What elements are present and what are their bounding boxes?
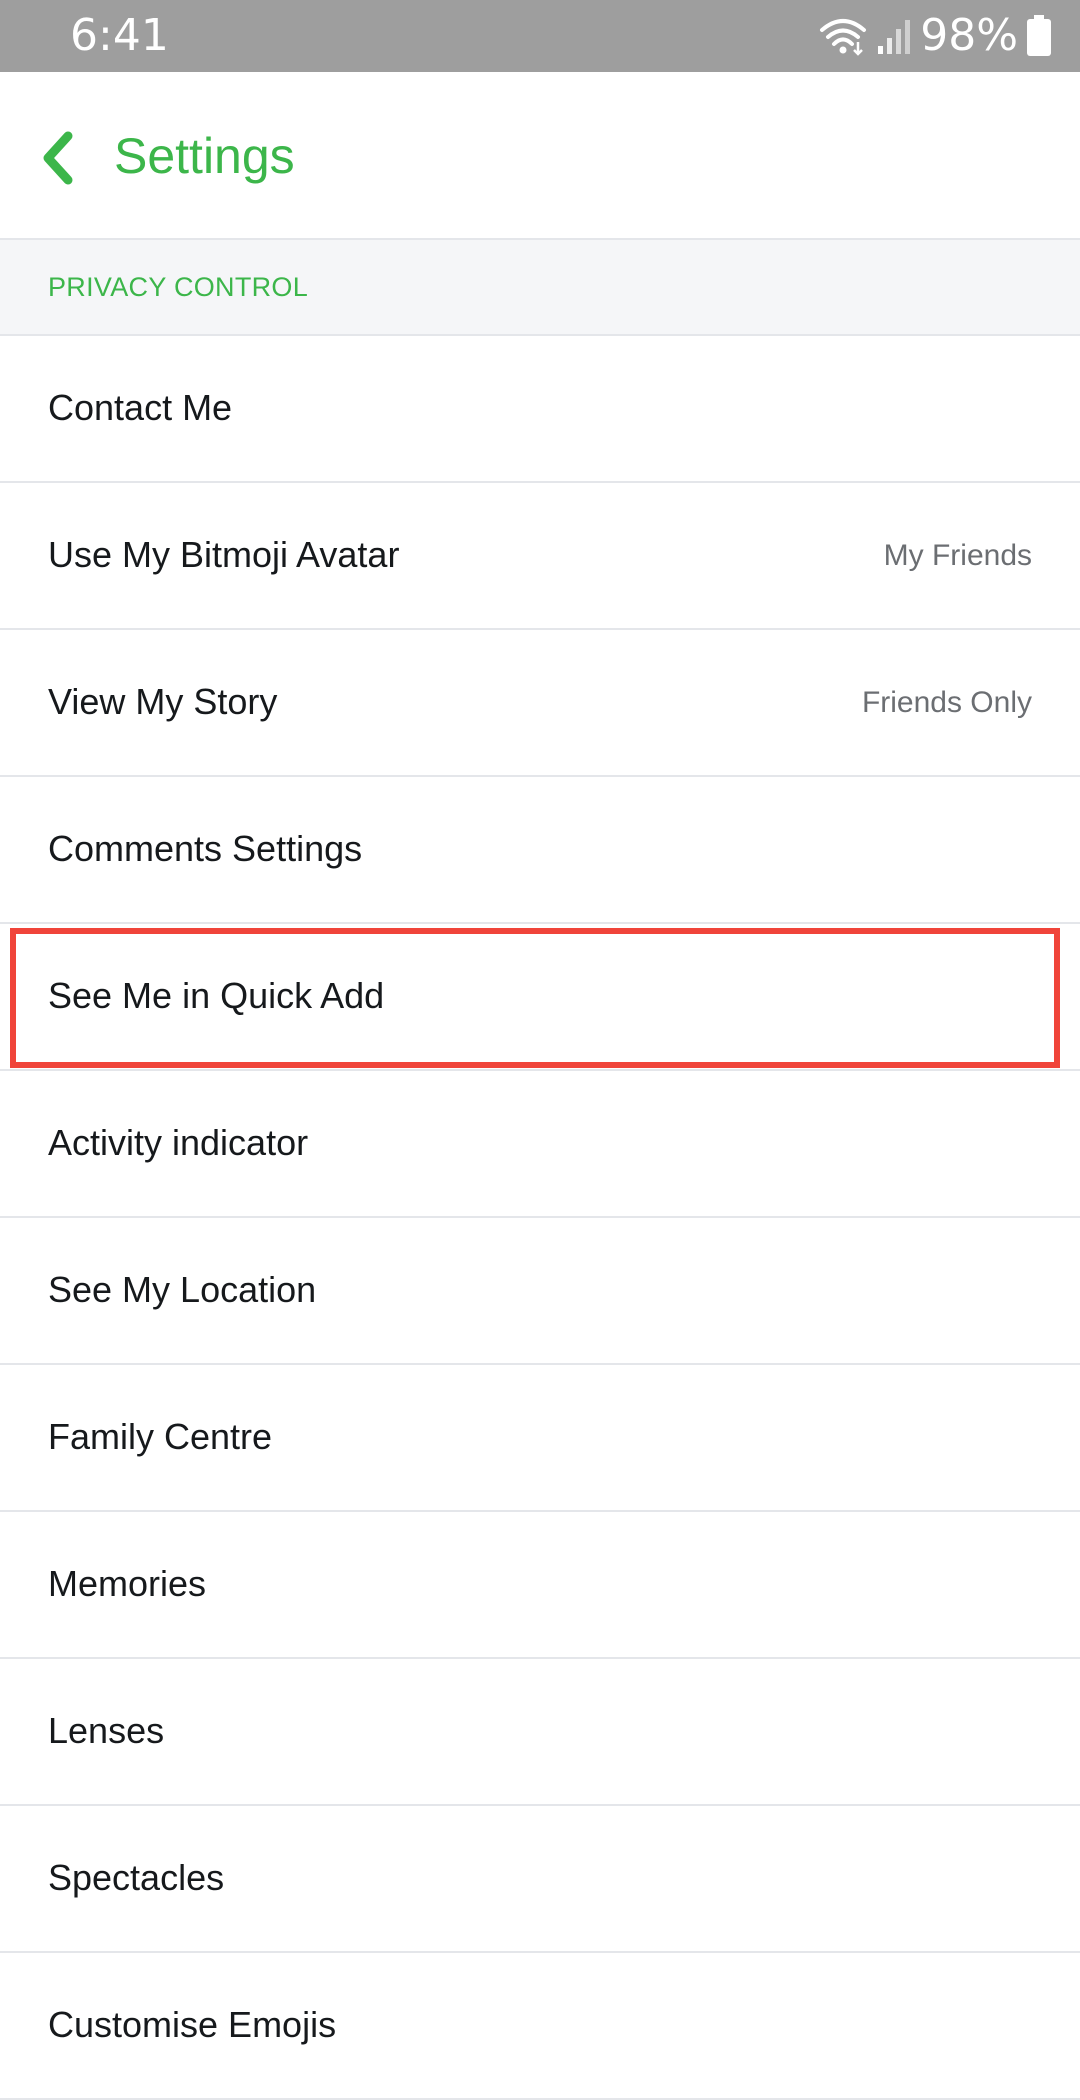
item-label: Activity indicator [48,1122,309,1163]
section-header: PRIVACY CONTROL [0,240,1080,336]
settings-item-comments-settings[interactable]: Comments Settings [0,777,1080,924]
item-label: Customise Emojis [48,2004,337,2045]
wifi-icon [818,16,868,56]
item-label: Spectacles [48,1857,225,1898]
page-title: Settings [114,128,295,184]
settings-item-memories[interactable]: Memories [0,1512,1080,1659]
item-label: Use My Bitmoji Avatar [48,534,400,575]
item-value: Friends Only [861,686,1032,719]
chevron-left-icon [43,131,73,185]
settings-item-use-my-bitmoji-avatar[interactable]: Use My Bitmoji Avatar My Friends [0,483,1080,630]
item-label: Memories [48,1563,207,1604]
signal-icon [876,16,912,56]
status-icons: 98% [818,10,1052,62]
status-time: 6:41 [70,10,169,61]
settings-item-spectacles[interactable]: Spectacles [0,1806,1080,1953]
item-label: Comments Settings [48,828,363,869]
item-label: View My Story [48,681,278,722]
settings-list: Contact Me Use My Bitmoji Avatar My Frie… [0,336,1080,2100]
settings-item-customise-emojis[interactable]: Customise Emojis [0,1953,1080,2100]
settings-item-contact-me[interactable]: Contact Me [0,336,1080,483]
item-label: Contact Me [48,387,233,428]
settings-item-see-me-in-quick-add[interactable]: See Me in Quick Add [0,924,1080,1071]
item-label: Family Centre [48,1416,273,1457]
battery-percentage: 98% [920,10,1018,61]
settings-item-activity-indicator[interactable]: Activity indicator [0,1071,1080,1218]
item-label: See My Location [48,1269,317,1310]
item-label: Lenses [48,1710,165,1751]
app-header: Settings [0,72,1080,240]
settings-item-family-centre[interactable]: Family Centre [0,1365,1080,1512]
section-title: PRIVACY CONTROL [48,272,309,302]
status-bar: 6:41 98% [0,0,1080,72]
settings-item-view-my-story[interactable]: View My Story Friends Only [0,630,1080,777]
battery-icon [1026,15,1052,57]
back-button[interactable] [36,128,80,188]
settings-item-see-my-location[interactable]: See My Location [0,1218,1080,1365]
item-value: My Friends [883,539,1032,572]
settings-item-lenses[interactable]: Lenses [0,1659,1080,1806]
item-label: See Me in Quick Add [48,975,385,1016]
